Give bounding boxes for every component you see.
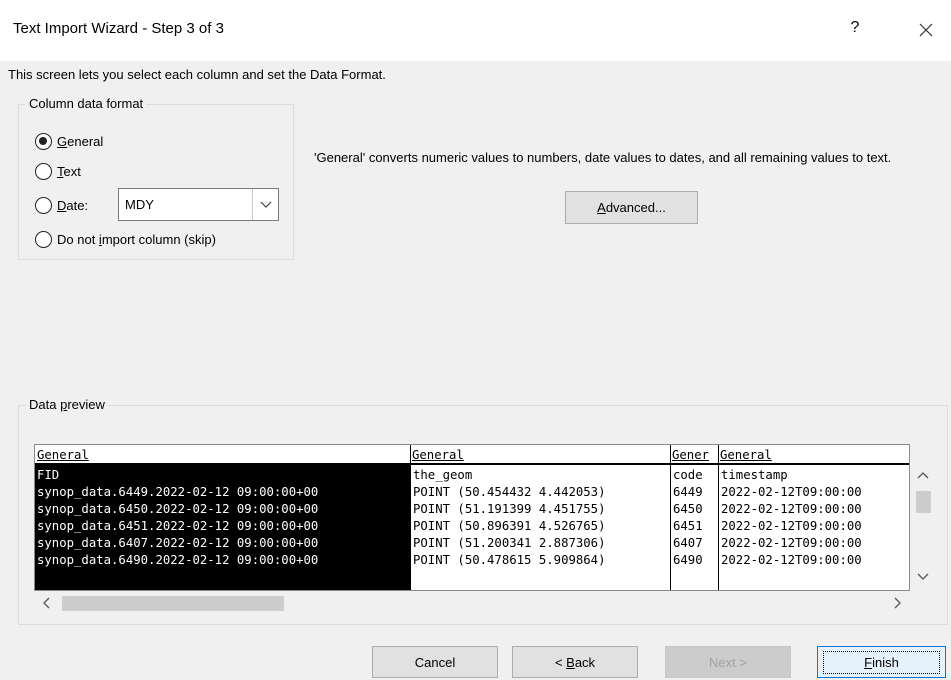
radio-date-indicator[interactable] [35, 196, 52, 214]
radio-text[interactable]: Text [35, 161, 81, 181]
table-cell: POINT (50.896391 4.526765) [413, 519, 606, 533]
table-cell: 6449 [673, 485, 703, 499]
finish-button[interactable]: Finish [817, 646, 946, 678]
close-button[interactable] [910, 14, 942, 46]
table-cell: POINT (50.454432 4.442053) [413, 485, 606, 499]
radio-general-indicator[interactable] [35, 132, 52, 150]
chevron-down-icon[interactable] [252, 189, 278, 220]
date-format-select[interactable]: MDY [118, 188, 279, 221]
advanced-button-label: Advanced... [597, 200, 666, 215]
scroll-left-icon[interactable] [34, 594, 58, 612]
table-cell: code [673, 468, 703, 482]
vertical-scrollbar[interactable] [910, 444, 936, 591]
table-cell: POINT (50.478615 5.909864) [413, 553, 606, 567]
radio-general[interactable]: General [35, 131, 103, 151]
scroll-down-icon[interactable] [910, 568, 936, 586]
table-cell: synop_data.6490.2022-02-12 09:00:00+00 [37, 553, 319, 567]
data-preview-legend: Data preview [26, 397, 108, 412]
table-cell: synop_data.6449.2022-02-12 09:00:00+00 [37, 485, 319, 499]
next-button: Next > [665, 646, 791, 678]
horizontal-scroll-thumb[interactable] [62, 596, 284, 611]
data-preview-grid[interactable]: General General Gener General FID the_ge… [34, 444, 910, 591]
vertical-scroll-thumb[interactable] [916, 491, 931, 513]
cancel-button-label: Cancel [414, 654, 456, 670]
radio-text-indicator[interactable] [35, 162, 52, 180]
column-format-legend: Column data format [26, 96, 147, 111]
column-header-2[interactable]: General [412, 448, 667, 462]
column-header-1[interactable]: General [37, 448, 407, 462]
table-cell: 2022-02-12T09:00:00 [721, 519, 862, 533]
table-cell: synop_data.6407.2022-02-12 09:00:00+00 [37, 536, 319, 550]
back-button-label: < Back [554, 654, 596, 670]
table-cell: 6450 [673, 502, 703, 516]
table-cell: synop_data.6451.2022-02-12 09:00:00+00 [37, 519, 319, 533]
format-description: 'General' converts numeric values to num… [314, 150, 892, 165]
table-cell: 2022-02-12T09:00:00 [721, 502, 862, 516]
table-cell: 2022-02-12T09:00:00 [721, 553, 862, 567]
table-cell: 2022-02-12T09:00:00 [721, 536, 862, 550]
radio-skip-indicator[interactable] [35, 230, 52, 248]
radio-date-label: Date: [57, 197, 89, 213]
table-cell: FID [37, 468, 60, 482]
table-cell: timestamp [721, 468, 788, 482]
preview-header-row: General General Gener General [35, 445, 909, 465]
table-cell: POINT (51.200341 2.887306) [413, 536, 606, 550]
back-button[interactable]: < Back [512, 646, 638, 678]
radio-date[interactable]: Date: [35, 195, 88, 215]
radio-skip[interactable]: Do not import column (skip) [35, 229, 216, 249]
table-cell: 6451 [673, 519, 703, 533]
finish-button-label: Finish [823, 650, 940, 674]
table-cell: synop_data.6450.2022-02-12 09:00:00+00 [37, 502, 319, 516]
table-cell: 2022-02-12T09:00:00 [721, 485, 862, 499]
close-icon [919, 23, 933, 37]
scroll-right-icon[interactable] [886, 594, 910, 612]
help-button[interactable]: ? [843, 19, 867, 37]
table-cell: POINT (51.191399 4.451755) [413, 502, 606, 516]
window-title: Text Import Wizard - Step 3 of 3 [13, 20, 224, 37]
radio-skip-label: Do not import column (skip) [57, 231, 216, 247]
radio-general-label: General [57, 133, 104, 149]
scroll-up-icon[interactable] [910, 466, 936, 484]
cancel-button[interactable]: Cancel [372, 646, 498, 678]
horizontal-scrollbar[interactable] [34, 591, 910, 615]
table-cell: 6407 [673, 536, 703, 550]
next-button-label: Next > [709, 654, 747, 670]
column-header-4[interactable]: General [720, 448, 909, 462]
column-header-3[interactable]: Gener [672, 448, 718, 462]
advanced-button[interactable]: Advanced... [565, 191, 698, 224]
radio-text-label: Text [57, 163, 81, 179]
table-cell: the_geom [413, 468, 473, 482]
table-cell: 6490 [673, 553, 703, 567]
date-format-value: MDY [125, 197, 154, 212]
intro-text: This screen lets you select each column … [8, 67, 386, 82]
title-bar: Text Import Wizard - Step 3 of 3 ? [0, 0, 951, 61]
